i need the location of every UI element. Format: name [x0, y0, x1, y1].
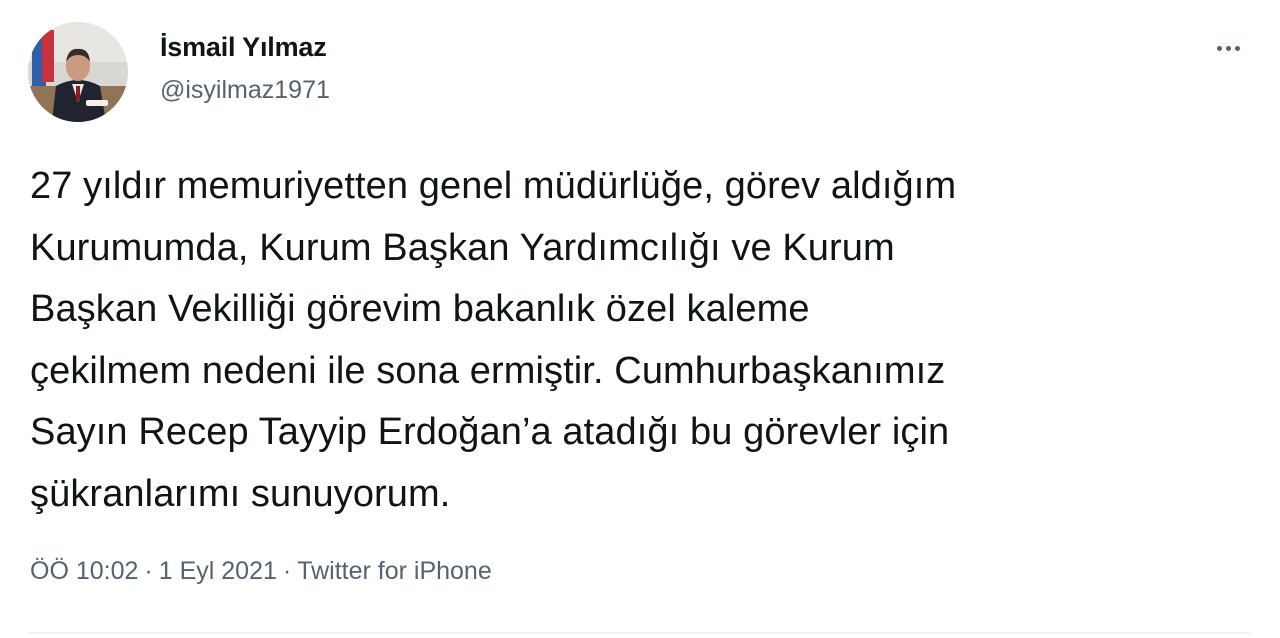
more-horizontal-icon	[1216, 45, 1222, 51]
meta-separator: ·	[144, 557, 153, 585]
tweet-text: 27 yıldır memuriyetten genel müdürlüğe, …	[30, 165, 957, 515]
author-handle[interactable]: @isyilmaz1971	[160, 76, 330, 105]
tweet-time-link[interactable]: ÖÖ 10:02	[30, 557, 138, 585]
author-display-name[interactable]: İsmail Yılmaz	[160, 32, 327, 63]
avatar-photo-icon	[28, 22, 128, 122]
more-options-button[interactable]	[1206, 30, 1250, 66]
more-horizontal-icon-dot-3	[1234, 45, 1240, 51]
more-horizontal-icon-dot-2	[1225, 45, 1231, 51]
divider	[28, 632, 1250, 634]
tweet-date-link[interactable]: 1 Eyl 2021	[159, 557, 277, 585]
tweet-source-link[interactable]: Twitter for iPhone	[297, 557, 492, 585]
meta-separator: ·	[282, 557, 292, 585]
tweet-metadata: ÖÖ 10:02 · 1 Eyl 2021 · Twitter for iPhone	[30, 557, 492, 586]
author-avatar[interactable]	[28, 22, 128, 122]
tweet-card: İsmail Yılmaz @isyilmaz1971 27 yıldır me…	[0, 0, 1280, 638]
